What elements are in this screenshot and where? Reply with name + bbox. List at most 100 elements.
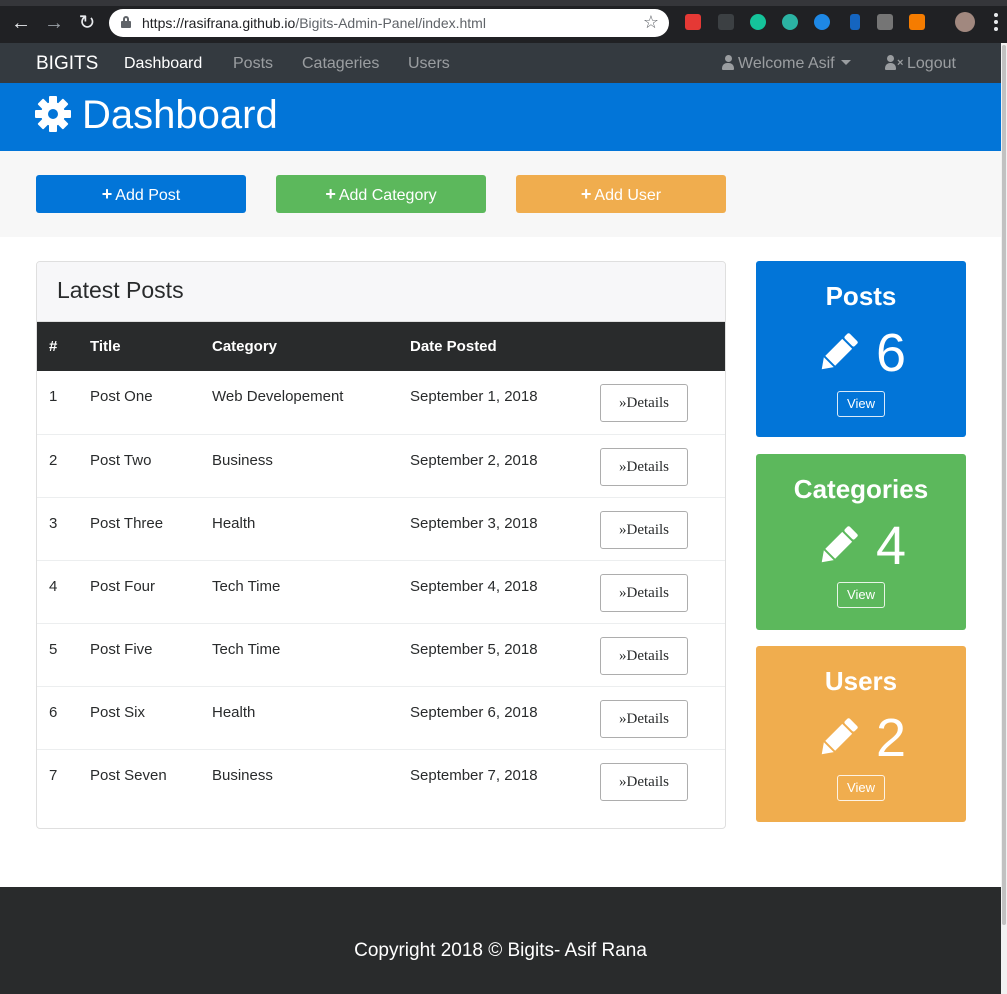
row-date: September 1, 2018 [410,388,538,405]
brand-logo[interactable]: BIGITS [36,53,98,75]
view-button[interactable]: View [837,391,885,417]
details-label: Details [626,459,670,475]
add-user-button[interactable]: + Add User [516,175,726,213]
row-number: 7 [49,767,58,784]
row-date: September 2, 2018 [410,452,538,469]
welcome-dropdown[interactable]: Welcome Asif [722,55,851,73]
details-label: Details [626,774,670,790]
row-title: Post Six [90,704,146,721]
logout-link[interactable]: × Logout [885,55,956,73]
user-times-icon: × [885,55,905,70]
stat-title: Users [824,666,898,696]
user-icon [722,55,734,70]
column-header-title: Title [90,338,121,355]
chevrons-right-icon: » [619,774,627,790]
row-category: Web Developement [212,388,344,405]
details-button[interactable]: »Details [600,448,688,486]
row-number: 4 [49,578,58,595]
details-button[interactable]: »Details [600,574,688,612]
chevrons-right-icon: » [619,522,627,538]
card-header: Latest Posts [37,262,725,322]
table-row: 1 Post One Web Developement September 1,… [37,371,725,434]
row-category: Business [212,452,273,469]
chevrons-right-icon: » [619,711,627,727]
row-number: 5 [49,641,58,658]
url-text: https://rasifrana.github.io/Bigits-Admin… [142,15,486,31]
plus-icon: + [325,184,336,204]
row-date: September 4, 2018 [410,578,538,595]
column-header-date: Date Posted [410,338,497,355]
add-post-button[interactable]: + Add Post [36,175,246,213]
extension-grammarly-icon[interactable] [750,14,766,30]
extension-shield-icon[interactable] [685,14,701,30]
latest-posts-card: Latest Posts # Title Category Date Poste… [36,261,726,829]
extension-fox-icon[interactable] [909,14,925,30]
tab-strip [0,0,1007,6]
view-button[interactable]: View [837,582,885,608]
plus-icon: + [580,184,592,204]
chevrons-right-icon: » [619,395,627,411]
reload-icon[interactable]: ↻ [76,12,98,34]
add-category-button[interactable]: + Add Category [276,175,486,213]
extension-drop-icon[interactable] [850,14,860,30]
back-arrow-icon[interactable]: ← [10,12,32,34]
chevrons-right-icon: » [619,585,627,601]
lock-icon [121,16,131,28]
extension-circle-icon[interactable] [814,14,830,30]
details-button[interactable]: »Details [600,384,688,422]
nav-users[interactable]: Users [408,55,450,73]
chevrons-right-icon: » [619,648,627,664]
extension-pdf-icon[interactable] [877,14,893,30]
browser-menu-icon[interactable] [994,13,998,31]
url-path: /Bigits-Admin-Panel/index.html [295,15,486,31]
details-label: Details [626,522,670,538]
forward-arrow-icon[interactable]: → [43,12,65,34]
details-label: Details [626,395,670,411]
plus-icon: + [101,184,113,204]
stat-card-posts: Posts 6 View [756,261,966,437]
row-category: Health [212,515,256,532]
details-button[interactable]: »Details [600,637,688,675]
row-date: September 5, 2018 [410,641,538,658]
details-button[interactable]: »Details [600,763,688,801]
footer-copyright: Copyright 2018 © Bigits- Asif Rana [354,940,647,961]
table-row: 2 Post Two Business September 2, 2018 »D… [37,434,725,497]
page-scrollbar[interactable] [1001,43,1007,994]
nav-posts[interactable]: Posts [233,55,273,73]
footer: Copyright 2018 © Bigits- Asif Rana [0,887,1001,994]
page-header: Dashboard [0,83,1001,151]
stat-count: 2 [876,708,907,768]
bookmark-star-icon[interactable]: ☆ [643,12,659,33]
row-category: Business [212,767,273,784]
stat-title: Categories [793,474,929,504]
pencil-icon [821,526,858,563]
column-header-number: # [49,338,58,355]
extension-json-icon[interactable] [718,14,734,30]
actions-bar: + Add Post + Add Category + Add User [0,151,1001,237]
stat-count: 6 [876,323,907,383]
row-title: Post Three [90,515,164,532]
stat-title: Posts [825,281,897,311]
nav-dashboard[interactable]: Dashboard [124,55,202,73]
table-row: 5 Post Five Tech Time September 5, 2018 … [37,623,725,686]
details-button[interactable]: »Details [600,700,688,738]
extension-m-icon[interactable] [782,14,798,30]
view-button[interactable]: View [837,775,885,801]
row-title: Post Four [90,578,156,595]
table-row: 6 Post Six Health September 6, 2018 »Det… [37,686,725,749]
row-date: September 7, 2018 [410,767,538,784]
details-button[interactable]: »Details [600,511,688,549]
browser-chrome: ← → ↻ https://rasifrana.github.io/Bigits… [0,0,1007,43]
address-bar[interactable]: https://rasifrana.github.io/Bigits-Admin… [109,9,669,37]
chevrons-right-icon: » [619,459,627,475]
table-row: 7 Post Seven Business September 7, 2018 … [37,749,725,812]
nav-categories[interactable]: Catageries [302,55,379,73]
pencil-icon [821,718,858,755]
row-date: September 3, 2018 [410,515,538,532]
profile-avatar[interactable] [955,12,975,32]
row-category: Tech Time [212,578,281,595]
card-title: Latest Posts [57,277,184,303]
stat-card-categories: Categories 4 View [756,454,966,630]
row-title: Post One [90,388,153,405]
scrollbar-thumb[interactable] [1002,45,1006,925]
